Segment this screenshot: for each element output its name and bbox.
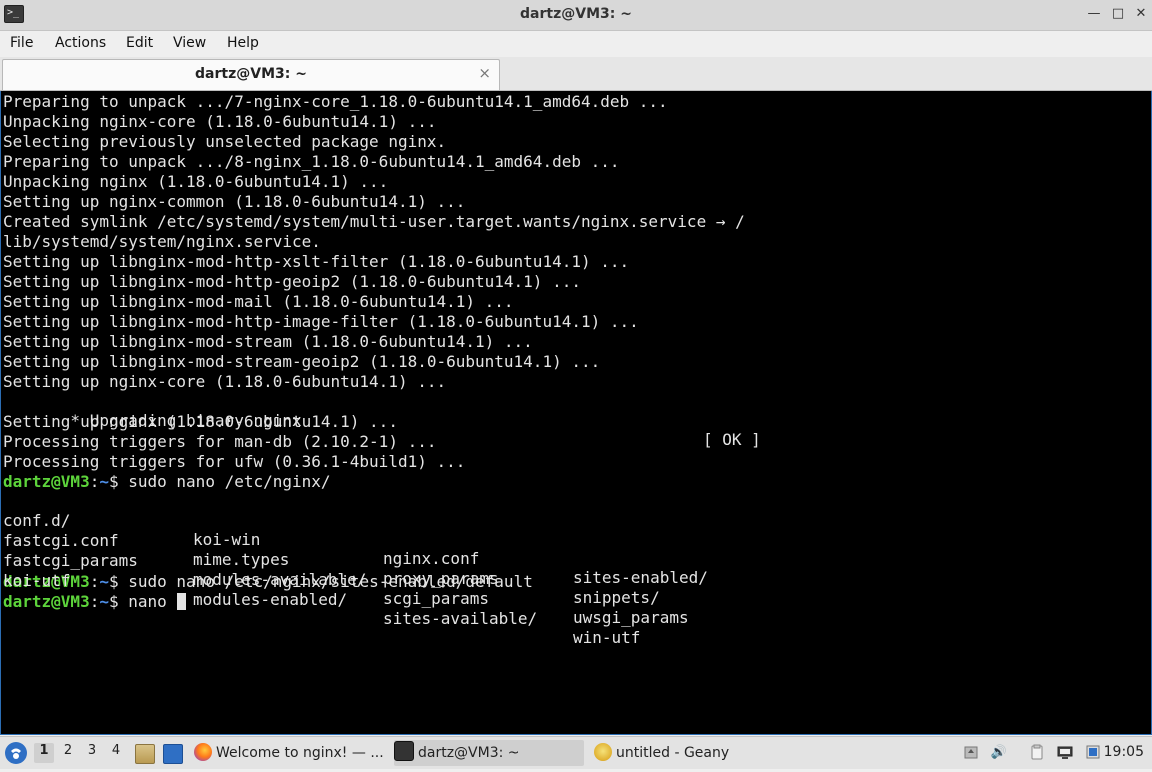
prompt-path: ~ (99, 472, 109, 491)
menu-file[interactable]: File (10, 35, 33, 51)
clipboard-icon[interactable] (1028, 744, 1046, 762)
terminal-line-upgrading: * Upgrading binary nginx [ OK ] (3, 392, 760, 449)
task-label: untitled - Geany (616, 745, 730, 761)
menu-bar: File Actions Edit View Help (0, 31, 1152, 57)
task-label: Welcome to nginx! — ... (216, 745, 384, 761)
workspace-1[interactable]: 1 (34, 743, 54, 763)
taskbar: 1 2 3 4 Welcome to nginx! — ... dartz@VM… (0, 736, 1152, 769)
network-icon[interactable] (1056, 744, 1074, 762)
minimize-button[interactable]: — (1086, 6, 1102, 22)
terminal-line: Setting up libnginx-mod-mail (1.18.0-6ub… (3, 292, 514, 311)
maximize-button[interactable]: □ (1110, 6, 1126, 22)
terminal-line: Setting up libnginx-mod-stream (1.18.0-6… (3, 332, 533, 351)
command-text: sudo nano /etc/nginx/ (128, 472, 331, 491)
tab-terminal[interactable]: dartz@VM3: ~ × (2, 59, 500, 90)
terminal-line: Setting up libnginx-mod-http-geoip2 (1.1… (3, 272, 581, 291)
completion-item: uwsgi_params (573, 608, 689, 627)
prompt-path: ~ (99, 572, 109, 591)
completion-item: modules-enabled/ (193, 590, 348, 609)
close-window-button[interactable]: ✕ (1133, 6, 1149, 22)
terminal-icon (394, 741, 414, 761)
completion-item: scgi_params (383, 589, 489, 608)
prompt-line: dartz@VM3:~$ sudo nano /etc/nginx/ (3, 472, 745, 492)
terminal-line: Created symlink /etc/systemd/system/mult… (3, 212, 745, 231)
terminal-line: Preparing to unpack .../8-nginx_1.18.0-6… (3, 152, 620, 171)
file-manager-icon[interactable] (135, 744, 155, 764)
start-menu-icon[interactable] (5, 742, 27, 764)
prompt-separator: : (89, 472, 100, 491)
notification-icon[interactable] (1084, 744, 1102, 762)
show-desktop-icon[interactable] (163, 744, 183, 764)
terminal-line: Preparing to unpack .../7-nginx-core_1.1… (3, 92, 668, 111)
terminal-line: Setting up libnginx-mod-stream-geoip2 (1… (3, 352, 601, 371)
tab-bar: dartz@VM3: ~ × (0, 57, 1152, 91)
clock[interactable]: 19:05 (1104, 744, 1144, 760)
terminal-line: lib/systemd/system/nginx.service. (3, 232, 321, 251)
geany-icon (594, 743, 612, 761)
task-terminal[interactable]: dartz@VM3: ~ (394, 740, 584, 766)
eject-icon[interactable] (962, 744, 980, 762)
text-cursor (177, 593, 187, 610)
prompt-end: $ (108, 472, 129, 491)
terminal-line: Selecting previously unselected package … (3, 132, 447, 151)
terminal-output: Preparing to unpack .../7-nginx-core_1.1… (3, 92, 761, 647)
window-title: dartz@VM3: ~ (520, 6, 632, 22)
menu-help[interactable]: Help (227, 35, 259, 51)
command-input[interactable]: nano (128, 592, 176, 611)
completion-row: koi-utf modules-enabled/ sites-available… (3, 552, 745, 647)
workspace-4[interactable]: 4 (106, 743, 126, 763)
completion-row: fastcgi_params modules-available/ scgi_p… (3, 532, 745, 627)
prompt-user: dartz@VM3 (3, 472, 90, 491)
completion-item: snippets/ (573, 588, 660, 607)
completion-row: conf.d/ koi-win nginx.conf sites-enabled… (3, 492, 745, 587)
terminal-line: Setting up libnginx-mod-http-image-filte… (3, 312, 639, 331)
terminal-line: Setting up nginx-core (1.18.0-6ubuntu14.… (3, 372, 447, 391)
completion-item: koi-utf (3, 571, 71, 590)
terminal-line: Setting up libnginx-mod-http-xslt-filter… (3, 252, 630, 271)
terminal-line: Processing triggers for man-db (2.10.2-1… (3, 432, 437, 451)
terminal-line: Processing triggers for ufw (0.36.1-4bui… (3, 452, 466, 471)
menu-edit[interactable]: Edit (126, 35, 153, 51)
tab-close-icon[interactable]: × (478, 64, 491, 82)
completion-row: fastcgi.conf mime.types proxy_params sni… (3, 512, 745, 607)
task-geany[interactable]: untitled - Geany (594, 740, 784, 766)
menu-view[interactable]: View (173, 35, 206, 51)
window-titlebar: >_ dartz@VM3: ~ — □ ✕ (0, 0, 1152, 31)
completion-item: win-utf (573, 628, 641, 647)
task-firefox[interactable]: Welcome to nginx! — ... (194, 740, 384, 766)
prompt-end: $ (108, 592, 129, 611)
completion-item: modules-available/ (193, 570, 367, 589)
tab-label: dartz@VM3: ~ (195, 66, 307, 82)
prompt-path: ~ (99, 592, 109, 611)
completion-item: sites-available/ (383, 609, 538, 628)
menu-actions[interactable]: Actions (55, 35, 106, 51)
terminal-line: Unpacking nginx-core (1.18.0-6ubuntu14.1… (3, 112, 437, 131)
volume-icon[interactable]: 🔊 (990, 744, 1008, 762)
prompt-separator: : (89, 592, 100, 611)
terminal-line: Unpacking nginx (1.18.0-6ubuntu14.1) ... (3, 172, 389, 191)
upgrading-text: * Upgrading binary nginx (60, 411, 302, 430)
prompt-separator: : (89, 572, 100, 591)
ok-status: [ OK ] (703, 430, 761, 449)
firefox-icon (194, 743, 212, 761)
task-label: dartz@VM3: ~ (418, 745, 520, 761)
terminal-view[interactable]: Preparing to unpack .../7-nginx-core_1.1… (0, 91, 1152, 735)
terminal-line: Setting up nginx-common (1.18.0-6ubuntu1… (3, 192, 466, 211)
prompt-end: $ (108, 572, 129, 591)
workspace-2[interactable]: 2 (58, 743, 78, 763)
workspace-3[interactable]: 3 (82, 743, 102, 763)
